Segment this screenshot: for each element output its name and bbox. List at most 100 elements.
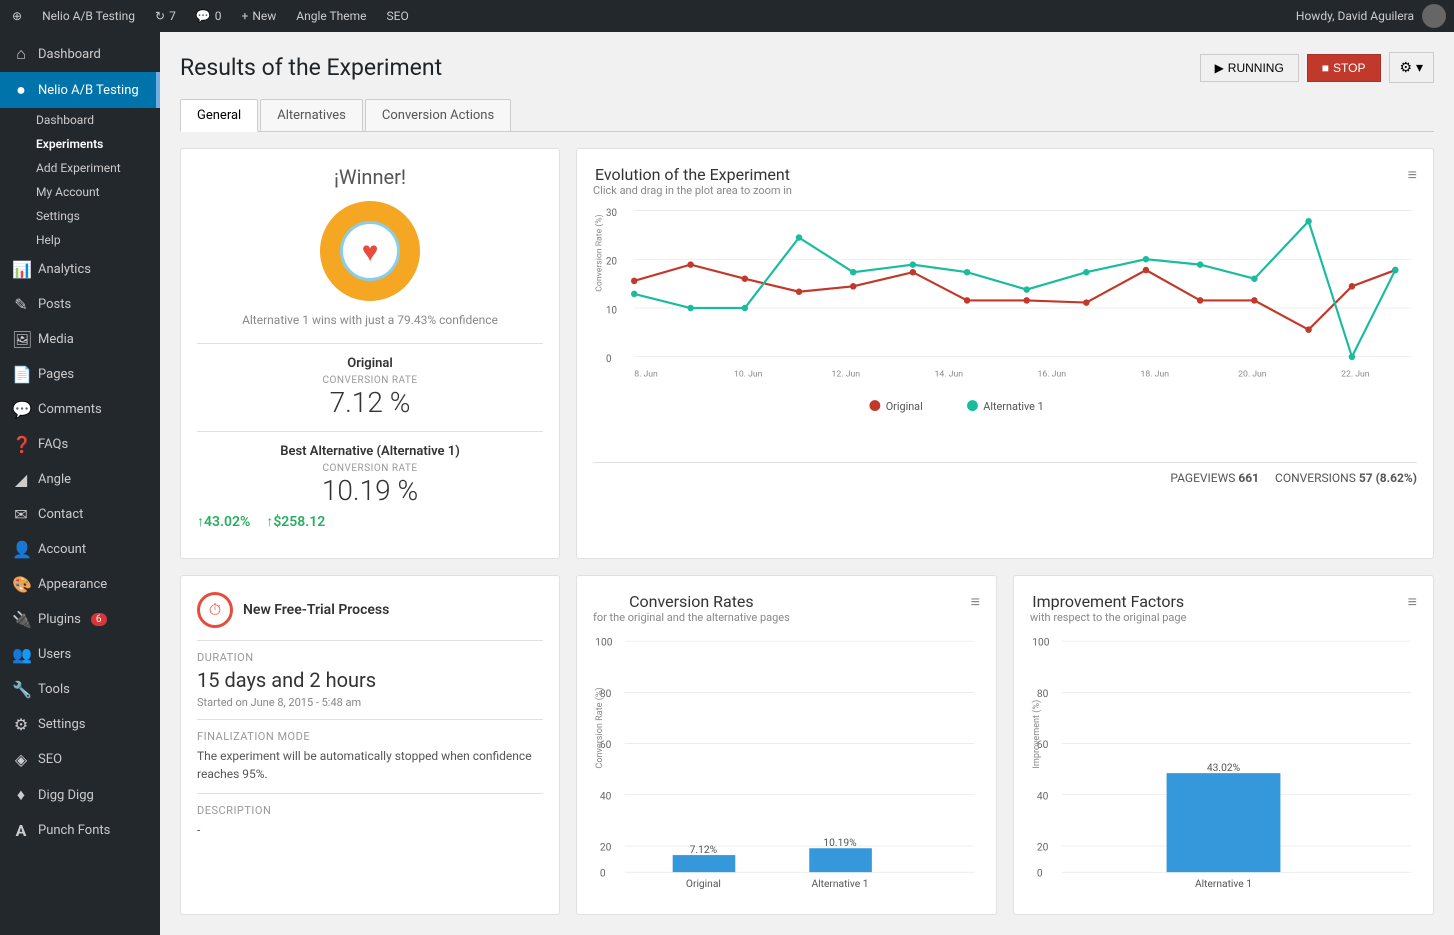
svg-text:80: 80 xyxy=(1037,687,1049,700)
gear-button[interactable]: ⚙ ▾ xyxy=(1389,52,1434,83)
tools-icon: 🔧 xyxy=(12,680,30,699)
original-legend-dot xyxy=(869,400,880,411)
svg-text:Conversion Rate (%): Conversion Rate (%) xyxy=(594,214,605,291)
finalization-desc: The experiment will be automatically sto… xyxy=(197,747,543,783)
site-name[interactable]: Nelio A/B Testing xyxy=(38,0,139,32)
chart-menu-icon[interactable]: ≡ xyxy=(1408,165,1417,185)
svg-text:20: 20 xyxy=(600,841,612,854)
posts-icon: ✎ xyxy=(12,295,30,314)
svg-text:20: 20 xyxy=(606,257,617,268)
sidebar-sub-nelio-dashboard[interactable]: Dashboard xyxy=(12,108,160,132)
nelio-icon: ● xyxy=(12,80,30,100)
conversion-rates-subtitle: for the original and the alternative pag… xyxy=(593,611,790,624)
improvement-chart-header: Improvement Factors with respect to the … xyxy=(1030,592,1417,632)
sidebar: ⌂ Dashboard ● Nelio A/B Testing Dashboar… xyxy=(0,32,160,935)
improvement-factors-subtitle: with respect to the original page xyxy=(1030,611,1186,624)
tab-alternatives[interactable]: Alternatives xyxy=(260,99,363,131)
updates-count[interactable]: ↻ 7 xyxy=(151,0,180,32)
alternative-line xyxy=(634,221,1395,357)
dashboard-icon: ⌂ xyxy=(12,44,30,64)
svg-text:Improvement (%): Improvement (%) xyxy=(1031,700,1042,769)
conversion-chart-menu-icon[interactable]: ≡ xyxy=(971,592,980,612)
svg-text:Alternative 1: Alternative 1 xyxy=(983,400,1043,413)
sidebar-sub-experiments[interactable]: Experiments xyxy=(12,132,160,156)
sidebar-item-pages[interactable]: 📄 Pages xyxy=(0,357,160,392)
howdy-text: Howdy, David Aguilera xyxy=(1296,9,1414,23)
media-icon: 🖼 xyxy=(12,330,30,349)
sidebar-sub-help[interactable]: Help xyxy=(12,228,160,252)
seo[interactable]: SEO xyxy=(383,0,413,32)
pageviews-bar: PAGEVIEWS 661 CONVERSIONS 57 (8.62%) xyxy=(593,462,1417,485)
sidebar-item-posts[interactable]: ✎ Posts xyxy=(0,287,160,322)
svg-text:16. Jun: 16. Jun xyxy=(1038,369,1067,379)
metric-badges: ↑43.02% ↑$258.12 xyxy=(197,513,543,530)
sidebar-item-users[interactable]: 👥 Users xyxy=(0,637,160,672)
svg-text:10: 10 xyxy=(606,305,617,316)
svg-text:12. Jun: 12. Jun xyxy=(832,369,861,379)
svg-text:10.19%: 10.19% xyxy=(823,836,857,849)
sidebar-sub-my-account[interactable]: My Account xyxy=(12,180,160,204)
stop-icon: ■ xyxy=(1322,61,1329,75)
avatar[interactable] xyxy=(1422,4,1446,28)
svg-text:Original: Original xyxy=(686,877,721,890)
svg-text:Alternative 1: Alternative 1 xyxy=(811,877,868,890)
running-button[interactable]: ▶ RUNNING xyxy=(1200,54,1299,82)
badge-percentage: ↑43.02% xyxy=(197,513,250,530)
sidebar-item-plugins[interactable]: 🔌 Plugins 6 xyxy=(0,602,160,637)
evolution-chart-card: Evolution of the Experiment Click and dr… xyxy=(576,148,1434,559)
sidebar-item-faqs[interactable]: ❓ FAQs xyxy=(0,427,160,462)
sidebar-item-comments[interactable]: 💬 Comments xyxy=(0,392,160,427)
tab-general[interactable]: General xyxy=(180,99,258,132)
sidebar-sub-add-experiment[interactable]: Add Experiment xyxy=(12,156,160,180)
exp-header: ⏱ New Free-Trial Process xyxy=(197,592,543,628)
sidebar-item-media[interactable]: 🖼 Media xyxy=(0,322,160,357)
comments-icon: 💬 xyxy=(12,400,30,419)
wp-logo[interactable]: ⊕ xyxy=(8,0,26,32)
angle-theme[interactable]: Angle Theme xyxy=(292,0,370,32)
digg-digg-icon: ♦ xyxy=(12,785,30,805)
svg-text:40: 40 xyxy=(1037,789,1049,802)
sidebar-item-nelio[interactable]: ● Nelio A/B Testing xyxy=(0,72,160,108)
seo-icon: ◈ xyxy=(12,750,30,769)
gear-icon: ⚙ xyxy=(1400,59,1413,75)
comments-count[interactable]: 💬 0 xyxy=(192,0,226,32)
svg-text:18. Jun: 18. Jun xyxy=(1141,369,1170,379)
sidebar-item-analytics[interactable]: 📊 Analytics xyxy=(0,252,160,287)
heart-icon: ♥ xyxy=(362,235,379,268)
duration-value: 15 days and 2 hours xyxy=(197,668,543,692)
alt1-legend-dot xyxy=(967,400,978,411)
pageviews-label: PAGEVIEWS 661 xyxy=(1170,471,1259,485)
stop-button[interactable]: ■ STOP xyxy=(1307,54,1381,82)
page-header: Results of the Experiment ▶ RUNNING ■ ST… xyxy=(180,52,1434,83)
tab-conversion-actions[interactable]: Conversion Actions xyxy=(365,99,511,131)
sidebar-item-contact[interactable]: ✉ Contact xyxy=(0,497,160,532)
finalization-label: Finalization Mode xyxy=(197,719,543,743)
sidebar-item-angle[interactable]: ◢ Angle xyxy=(0,462,160,497)
sidebar-item-tools[interactable]: 🔧 Tools xyxy=(0,672,160,707)
svg-text:Alternative 1: Alternative 1 xyxy=(1195,877,1252,890)
experiment-name: New Free-Trial Process xyxy=(243,602,389,618)
new-button[interactable]: + New xyxy=(238,0,281,32)
pages-icon: 📄 xyxy=(12,365,30,384)
analytics-icon: 📊 xyxy=(12,260,30,279)
admin-bar: ⊕ Nelio A/B Testing ↻ 7 💬 0 + New Angle … xyxy=(0,0,1454,32)
sidebar-item-settings[interactable]: ⚙ Settings xyxy=(0,707,160,742)
sidebar-item-account[interactable]: 👤 Account xyxy=(0,532,160,567)
improvement-chart-titles: Improvement Factors with respect to the … xyxy=(1030,592,1186,632)
evolution-svg: 30 20 10 0 Conversion Rate (%) 8. Jun xyxy=(593,205,1417,454)
svg-text:Conversion Rate (%): Conversion Rate (%) xyxy=(594,687,605,768)
evolution-chart-subtitle: Click and drag in the plot area to zoom … xyxy=(593,184,792,197)
svg-text:30: 30 xyxy=(606,208,617,219)
sidebar-item-digg-digg[interactable]: ♦ Digg Digg xyxy=(0,777,160,813)
sidebar-item-punch-fonts[interactable]: A Punch Fonts xyxy=(0,813,160,848)
improvement-chart-menu-icon[interactable]: ≡ xyxy=(1408,592,1417,612)
sidebar-item-appearance[interactable]: 🎨 Appearance xyxy=(0,567,160,602)
sidebar-item-seo[interactable]: ◈ SEO xyxy=(0,742,160,777)
sidebar-item-dashboard[interactable]: ⌂ Dashboard xyxy=(0,36,160,72)
sidebar-sub-settings[interactable]: Settings xyxy=(12,204,160,228)
play-icon: ▶ xyxy=(1215,61,1224,75)
settings-icon: ⚙ xyxy=(12,715,30,734)
page-title: Results of the Experiment xyxy=(180,54,442,81)
svg-text:20: 20 xyxy=(1037,841,1049,854)
svg-text:10. Jun: 10. Jun xyxy=(734,369,763,379)
